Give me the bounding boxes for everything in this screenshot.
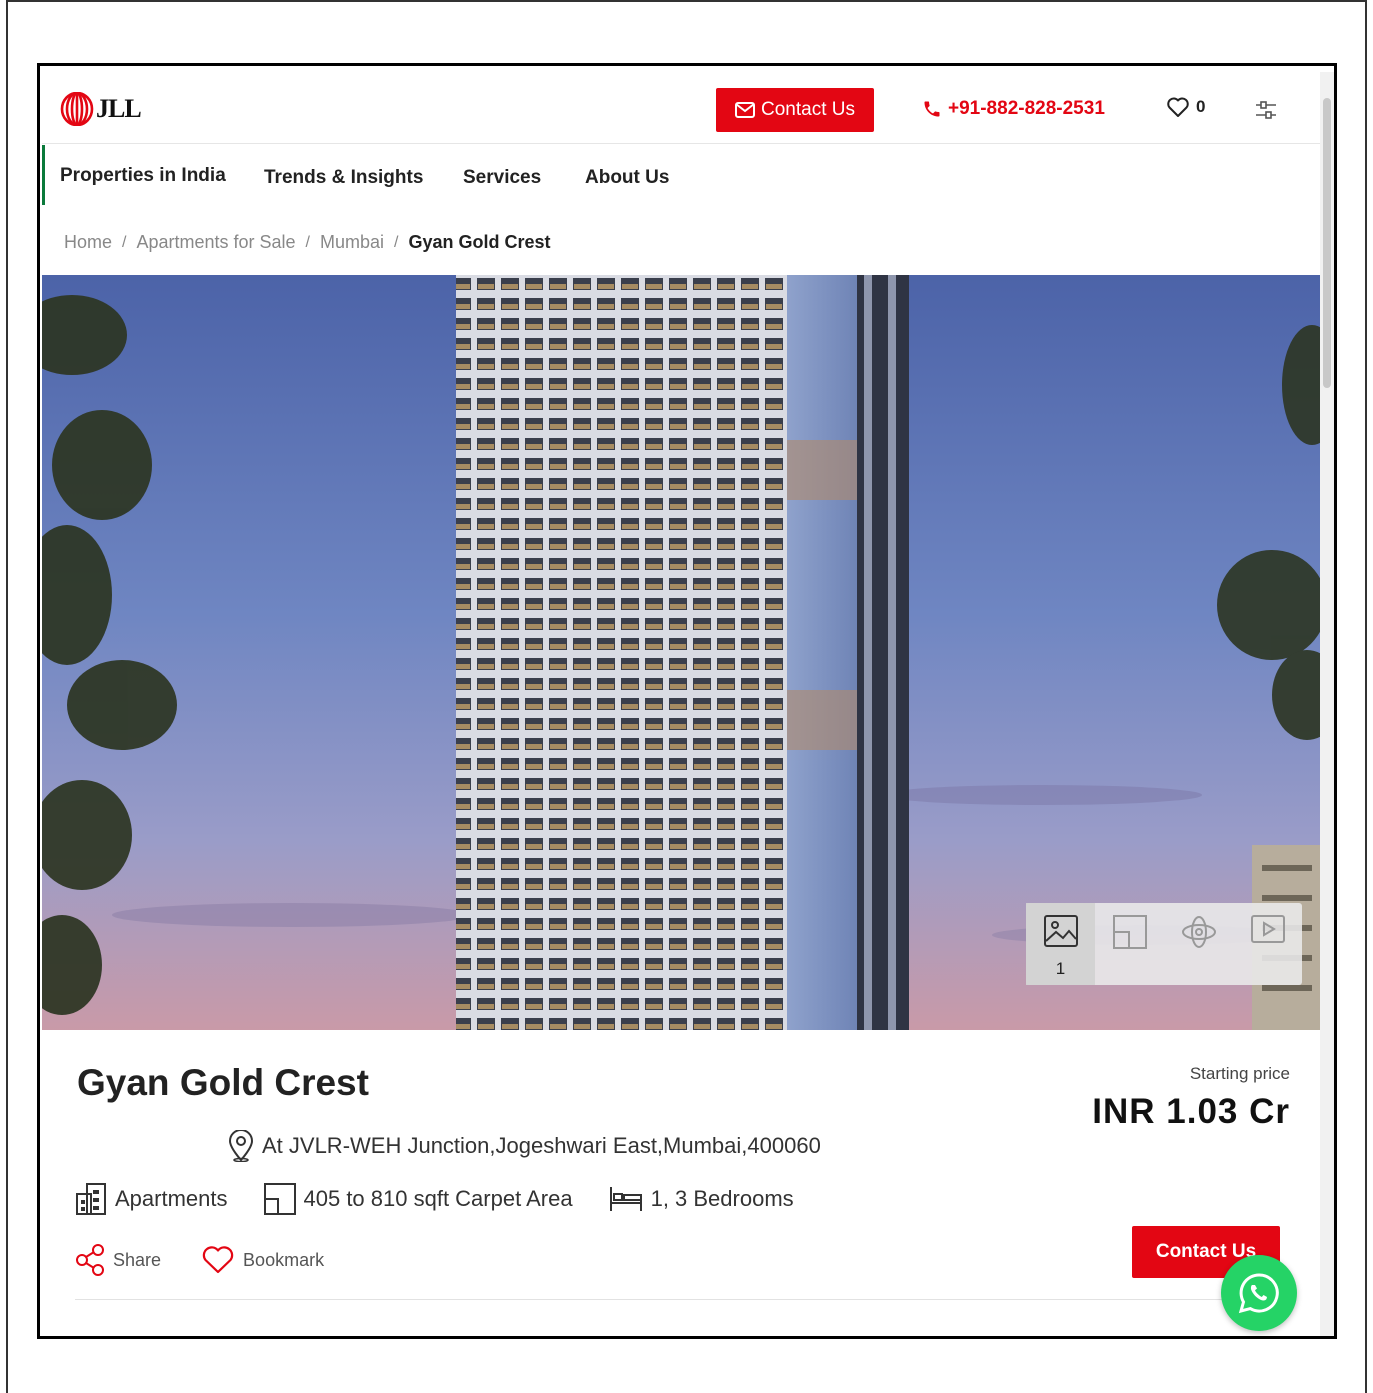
nav-properties-in-india[interactable]: Properties in India: [60, 165, 226, 187]
page-scrollbar[interactable]: [1320, 72, 1334, 1336]
section-divider: [75, 1299, 1290, 1300]
compare-filter-button[interactable]: [1254, 98, 1278, 127]
breadcrumb-apartments[interactable]: Apartments for Sale: [136, 232, 295, 253]
logo-text: JLL: [96, 94, 142, 123]
browser-viewport: JLL Contact Us +91-882-828-2531 0 Proper…: [37, 63, 1337, 1339]
location-pin-icon: [228, 1130, 254, 1162]
floor-plan-icon: [1112, 915, 1147, 949]
360-view-icon: [1181, 916, 1216, 948]
contact-us-button[interactable]: Contact Us: [716, 88, 874, 132]
media-tab-images[interactable]: 1: [1026, 903, 1095, 985]
phone-icon: [924, 101, 940, 117]
breadcrumb-home[interactable]: Home: [64, 232, 112, 253]
property-features: Apartments 405 to 810 sqft Carpet Area 1…: [75, 1182, 830, 1216]
breadcrumb: Home / Apartments for Sale / Mumbai / Gy…: [64, 232, 551, 253]
sliders-icon: [1256, 101, 1276, 119]
nav-about-us[interactable]: About Us: [585, 167, 669, 189]
nav-services[interactable]: Services: [463, 167, 541, 189]
carpet-area-icon: [263, 1183, 296, 1215]
property-bedrooms: 1, 3 Bedrooms: [650, 1186, 794, 1211]
breadcrumb-current: Gyan Gold Crest: [408, 232, 551, 252]
media-tabs: 1: [1026, 903, 1302, 985]
feature-area: 405 to 810 sqft Carpet Area: [263, 1183, 573, 1215]
heart-icon: [1167, 97, 1189, 117]
breadcrumb-separator: /: [394, 233, 399, 251]
bookmark-label: Bookmark: [243, 1249, 325, 1270]
property-area: 405 to 810 sqft Carpet Area: [303, 1186, 573, 1211]
feature-bedrooms: 1, 3 Bedrooms: [609, 1185, 794, 1213]
wishlist-count: 0: [1196, 97, 1206, 116]
breadcrumb-mumbai[interactable]: Mumbai: [320, 232, 384, 253]
property-type: Apartments: [115, 1186, 228, 1211]
property-address: At JVLR-WEH Junction,Jogeshwari East,Mum…: [228, 1130, 821, 1162]
feature-type: Apartments: [75, 1182, 228, 1216]
phone-link[interactable]: +91-882-828-2531: [922, 98, 1105, 120]
media-tab-360-view[interactable]: [1164, 903, 1233, 985]
breadcrumb-separator: /: [122, 233, 127, 251]
property-title: Gyan Gold Crest: [77, 1062, 369, 1103]
property-gallery[interactable]: 1: [42, 275, 1322, 1030]
site-header: JLL Contact Us +91-882-828-2531 0: [42, 72, 1322, 144]
contact-us-label: Contact Us: [761, 99, 855, 120]
mail-icon: [735, 102, 755, 118]
nav-accent: [42, 145, 45, 205]
address-text: At JVLR-WEH Junction,Jogeshwari East,Mum…: [262, 1133, 821, 1158]
share-label: Share: [113, 1249, 162, 1270]
bookmark-heart-icon: [202, 1246, 234, 1274]
property-price: INR 1.03 Cr: [1092, 1092, 1290, 1131]
share-icon: [76, 1244, 104, 1276]
image-icon: [1043, 915, 1078, 947]
nav-trends-insights[interactable]: Trends & Insights: [264, 167, 423, 189]
property-actions: Share Bookmark: [75, 1244, 364, 1276]
image-count: 1: [1055, 959, 1066, 978]
building-icon: [76, 1183, 106, 1215]
breadcrumb-separator: /: [305, 233, 310, 251]
price-label: Starting price: [1189, 1064, 1290, 1083]
wishlist[interactable]: 0: [1166, 96, 1205, 118]
whatsapp-icon: [1238, 1273, 1279, 1314]
scrollbar-thumb[interactable]: [1323, 98, 1331, 388]
whatsapp-chat-button[interactable]: [1221, 1255, 1297, 1331]
media-tab-floor-plan[interactable]: [1095, 903, 1164, 985]
video-icon: [1250, 915, 1285, 943]
page: JLL Contact Us +91-882-828-2531 0 Proper…: [42, 72, 1322, 1336]
media-tab-video[interactable]: [1233, 903, 1302, 985]
jll-logo-icon: [60, 92, 94, 126]
bed-icon: [609, 1187, 642, 1211]
main-nav: Properties in India Trends & Insights Se…: [42, 145, 1322, 215]
share-button[interactable]: Share: [75, 1244, 161, 1276]
jll-logo[interactable]: JLL: [60, 92, 142, 126]
phone-number: +91-882-828-2531: [948, 98, 1105, 119]
bookmark-button[interactable]: Bookmark: [201, 1245, 324, 1275]
